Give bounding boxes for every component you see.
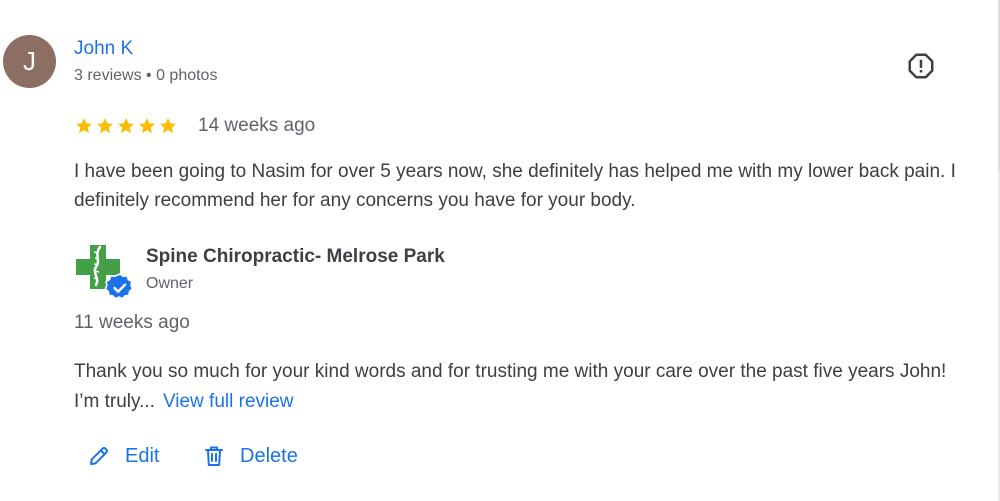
verified-check-icon <box>104 273 134 300</box>
trash-icon <box>202 444 226 468</box>
report-flag-icon <box>908 53 934 79</box>
owner-reply-text: Thank you so much for your kind words an… <box>74 357 974 417</box>
delete-reply-button[interactable]: Delete <box>202 438 298 474</box>
edit-reply-button[interactable]: Edit <box>87 438 159 474</box>
star-icon <box>97 118 113 134</box>
delete-label: Delete <box>240 444 298 467</box>
view-full-review-link[interactable]: View full review <box>163 391 294 412</box>
star-rating <box>74 116 178 136</box>
star-icon <box>139 118 155 134</box>
pencil-icon <box>87 444 111 468</box>
review-date: 14 weeks ago <box>198 115 316 136</box>
report-review-button[interactable] <box>902 47 940 85</box>
rating-row: 14 weeks ago <box>74 113 315 139</box>
reply-date: 11 weeks ago <box>74 312 190 333</box>
star-icon <box>160 118 176 134</box>
reviewer-meta: 3 reviews • 0 photos <box>74 67 218 84</box>
business-logo <box>74 243 134 303</box>
reviewer-avatar[interactable]: J <box>3 35 56 88</box>
review-card: J John K 3 reviews • 0 photos 14 weeks a… <box>0 0 1000 501</box>
star-icon <box>76 118 92 134</box>
edit-label: Edit <box>125 444 160 467</box>
star-icon <box>118 118 134 134</box>
avatar-initial: J <box>23 46 36 76</box>
owner-role-label: Owner <box>146 275 194 292</box>
owner-business-name: Spine Chiropractic- Melrose Park <box>146 246 445 267</box>
review-text: I have been going to Nasim for over 5 ye… <box>74 161 956 211</box>
reviewer-name-link[interactable]: John K <box>74 38 133 60</box>
